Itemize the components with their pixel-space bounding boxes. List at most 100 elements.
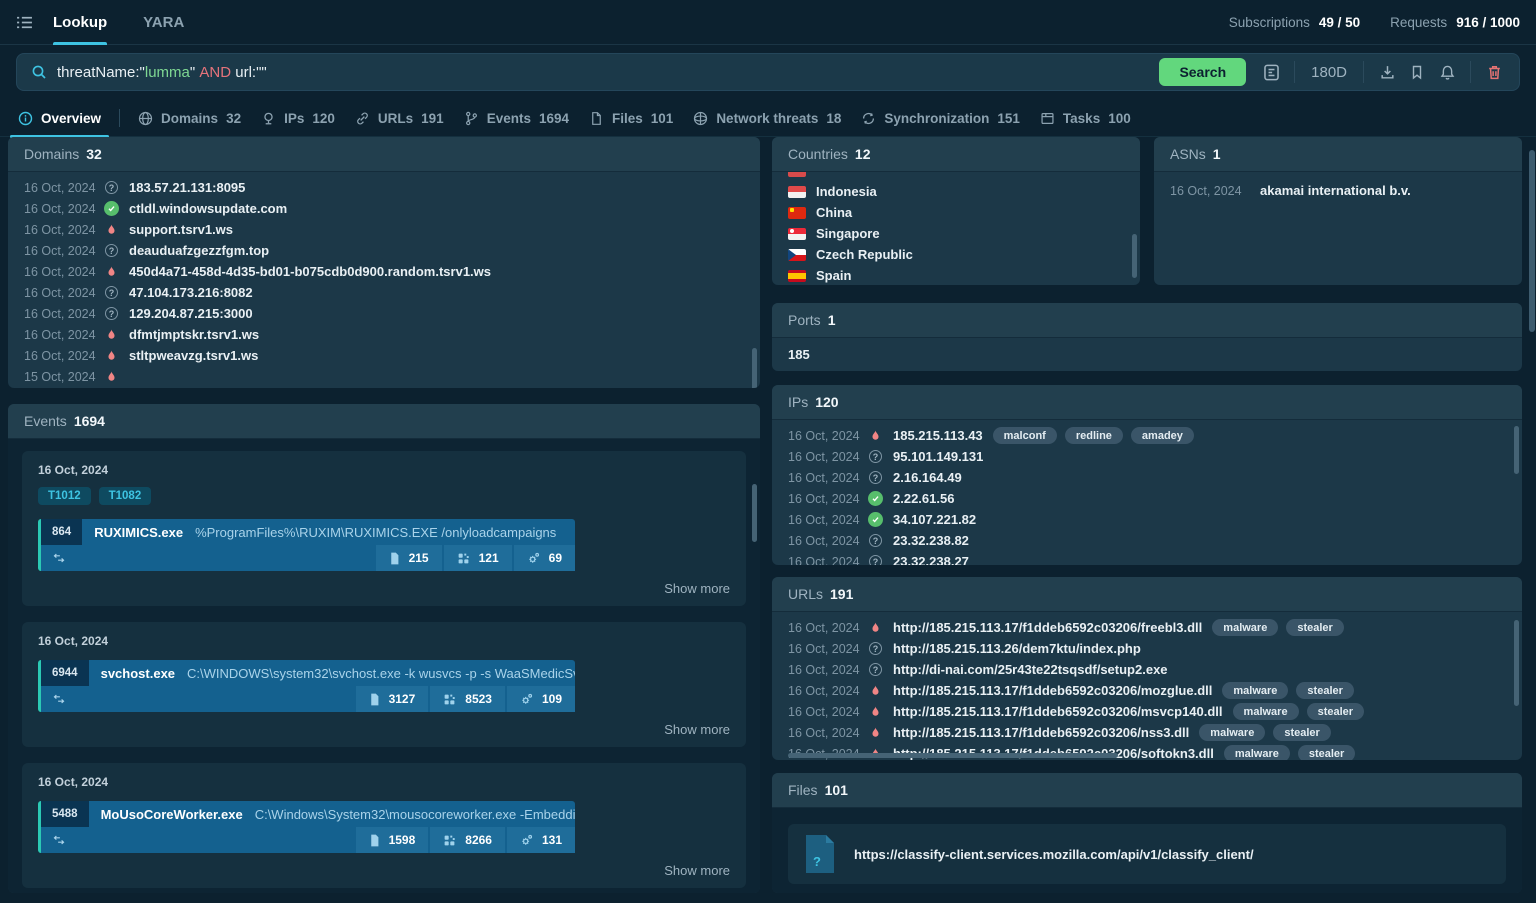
files-panel-header: Files101 [772,773,1522,808]
nav-tab-yara[interactable]: YARA [143,0,184,45]
domain-row[interactable]: 16 Oct, 2024 support.tsrv1.ws [8,219,760,240]
processes-count[interactable]: 109 [507,686,575,712]
tab-domains[interactable]: Domains32 [128,100,251,137]
processes-count[interactable]: 131 [507,827,575,853]
domain-row[interactable]: 16 Oct, 2024 ? 183.57.21.131:8095 [8,177,760,198]
ttp-tag[interactable]: T1082 [99,487,152,505]
ip-row[interactable]: 16 Oct, 2024 ? 23.32.238.27 [772,551,1522,565]
tab-urls[interactable]: URLs191 [345,100,454,137]
url-row[interactable]: 16 Oct, 2024 ? http://185.215.113.26/dem… [772,638,1522,659]
unknown-status-icon: ? [105,307,118,320]
domain-row[interactable]: 16 Oct, 2024 ? 129.204.87.215:3000 [8,303,760,324]
tab-tasks[interactable]: Tasks100 [1030,100,1141,137]
tab-files[interactable]: Files101 [579,100,683,137]
ttp-tag[interactable]: T1012 [38,487,91,505]
tab-overview[interactable]: Overview [8,100,111,137]
menu-list-icon[interactable] [16,14,33,31]
process-entry[interactable]: 5488 MoUsoCoreWorker.exe C:\Windows\Syst… [38,801,575,853]
urls-list: 16 Oct, 2024 http://185.215.113.17/f1dde… [772,612,1522,760]
domain-row[interactable]: 16 Oct, 2024 dfmtjmptskr.tsrv1.ws [8,324,760,345]
clear-trash-icon[interactable] [1479,58,1509,86]
tab-events[interactable]: Events1694 [454,100,579,137]
country-row[interactable]: China [772,202,1140,223]
registry-count[interactable]: 121 [444,545,512,571]
url-row[interactable]: 16 Oct, 2024 http://185.215.113.17/f1dde… [772,617,1522,638]
ips-scrollbar[interactable] [1514,426,1519,474]
ip-row[interactable]: 16 Oct, 2024 2.22.61.56 [772,488,1522,509]
notifications-bell-icon[interactable] [1432,58,1462,86]
ip-row[interactable]: 16 Oct, 2024 ? 2.16.164.49 [772,467,1522,488]
country-row-clipped[interactable] [772,172,1140,181]
threat-tag[interactable]: stealer [1286,619,1343,636]
country-row[interactable]: Czech Republic [772,244,1140,265]
tab-network-threats[interactable]: Network threats18 [683,100,851,137]
domains-panel-header: Domains32 [8,137,760,172]
domain-row-clipped[interactable] [8,387,760,388]
files-count[interactable]: 215 [376,545,442,571]
process-entry[interactable]: 6944 svchost.exe C:\WINDOWS\system32\svc… [38,660,575,712]
threat-tag[interactable]: amadey [1131,427,1194,444]
urls-horizontal-scrollbar[interactable] [788,753,1118,758]
port-row[interactable]: 185 [772,338,1522,370]
threat-tag[interactable]: stealer [1307,703,1364,720]
tab-ips[interactable]: IPs120 [251,100,345,137]
ports-panel-header: Ports1 [772,303,1522,338]
url-row[interactable]: 16 Oct, 2024 http://185.215.113.17/f1dde… [772,680,1522,701]
ip-row[interactable]: 16 Oct, 2024 34.107.221.82 [772,509,1522,530]
url-row[interactable]: 16 Oct, 2024 http://185.215.113.17/f1dde… [772,722,1522,743]
registry-count[interactable]: 8523 [430,686,505,712]
threat-tag[interactable]: malconf [993,427,1057,444]
show-more-link[interactable]: Show more [38,581,730,596]
url-row[interactable]: 16 Oct, 2024 ? http://di-nai.com/25r43te… [772,659,1522,680]
domain-row[interactable]: 15 Oct, 2024 [8,366,760,387]
ip-row[interactable]: 16 Oct, 2024 185.215.113.43 malconf redl… [772,425,1522,446]
domain-row[interactable]: 16 Oct, 2024 stltpweavzg.tsrv1.ws [8,345,760,366]
files-count[interactable]: 1598 [356,827,429,853]
threat-tag[interactable]: redline [1065,427,1123,444]
threat-tag[interactable]: malware [1222,682,1288,699]
country-row[interactable]: Indonesia [772,181,1140,202]
urls-scrollbar[interactable] [1514,620,1519,706]
ip-row[interactable]: 16 Oct, 2024 ? 95.101.149.131 [772,446,1522,467]
requests-quota: Requests 916 / 1000 [1390,15,1520,30]
countries-scrollbar[interactable] [1132,234,1137,278]
nav-tab-lookup[interactable]: Lookup [53,0,107,45]
search-button[interactable]: Search [1159,58,1246,86]
domain-row[interactable]: 16 Oct, 2024 ? deauduafzgezzfgm.top [8,240,760,261]
result-tabs: Overview Domains32 IPs120 URLs191 Events… [0,100,1536,137]
events-scrollbar[interactable] [752,484,757,542]
threat-tag[interactable]: stealer [1298,745,1355,760]
country-row[interactable]: Singapore [772,223,1140,244]
registry-count[interactable]: 8266 [430,827,505,853]
threat-tag[interactable]: stealer [1273,724,1330,741]
threat-tag[interactable]: malware [1224,745,1290,760]
tab-synchronization[interactable]: Synchronization151 [851,100,1030,137]
search-input[interactable]: threatName:"lumma" AND url:"" Search 180… [16,53,1520,91]
threat-tag[interactable]: malware [1212,619,1278,636]
process-io-arrows-icon [51,692,67,706]
country-row[interactable]: Spain [772,265,1140,285]
domains-scrollbar[interactable] [752,348,757,388]
domain-row[interactable]: 16 Oct, 2024 ctldl.windowsupdate.com [8,198,760,219]
process-io-arrows-icon [51,833,67,847]
bookmark-icon[interactable] [1402,58,1432,86]
page-scrollbar[interactable] [1529,150,1535,332]
threat-tag[interactable]: stealer [1296,682,1353,699]
query-builder-icon[interactable] [1256,58,1286,86]
show-more-link[interactable]: Show more [38,863,730,878]
file-row[interactable]: ? https://classify-client.services.mozil… [788,824,1506,884]
domain-row[interactable]: 16 Oct, 2024 ? 47.104.173.216:8082 [8,282,760,303]
ip-row[interactable]: 16 Oct, 2024 ? 23.32.238.82 [772,530,1522,551]
download-icon[interactable] [1372,58,1402,86]
show-more-link[interactable]: Show more [38,722,730,737]
files-count[interactable]: 3127 [356,686,429,712]
asn-row[interactable]: 16 Oct, 2024 akamai international b.v. [1154,180,1522,201]
url-row[interactable]: 16 Oct, 2024 http://185.215.113.17/f1dde… [772,701,1522,722]
threat-tag[interactable]: malware [1233,703,1299,720]
threat-tag[interactable]: malware [1199,724,1265,741]
process-entry[interactable]: 864 RUXIMICS.exe %ProgramFiles%\RUXIM\RU… [38,519,575,571]
domain-row[interactable]: 16 Oct, 2024 450d4a71-458d-4d35-bd01-b07… [8,261,760,282]
processes-count[interactable]: 69 [514,545,575,571]
search-query[interactable]: threatName:"lumma" AND url:"" [57,64,267,81]
time-range-selector[interactable]: 180D [1303,64,1355,81]
